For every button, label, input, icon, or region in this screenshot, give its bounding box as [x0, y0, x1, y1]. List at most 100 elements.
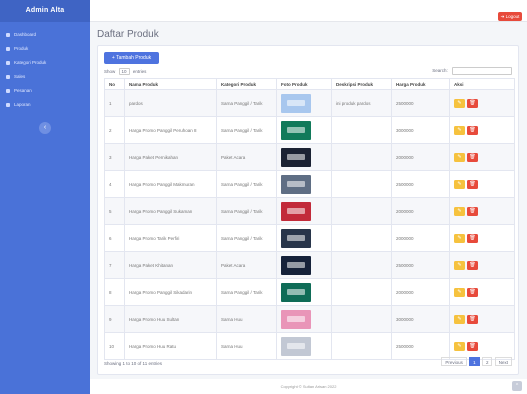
cell-product-name: Harga Promo Panggil Peruhoan 8: [124, 116, 217, 144]
main-content: Daftar Produk + Tambah Produk Show 10 en…: [90, 22, 527, 379]
table-row: 9 Harga Promo Huu Sultan Sarna Huu 3000000 ✎…: [104, 305, 515, 333]
product-card: + Tambah Produk Show 10 entries Search: …: [97, 45, 519, 375]
edit-button[interactable]: ✎: [454, 233, 465, 243]
cell-actions: ✎ 🗑: [449, 89, 515, 117]
add-product-button[interactable]: + Tambah Produk: [104, 52, 159, 64]
logout-button[interactable]: ➜ Logout: [498, 12, 522, 21]
column-header[interactable]: Harga Produk: [391, 78, 450, 90]
edit-button[interactable]: ✎: [454, 125, 465, 135]
cell-price: 2500000: [391, 89, 450, 117]
cell-description: [331, 332, 392, 360]
show-entries: Show 10 entries: [104, 68, 146, 75]
cell-price: 3000000: [391, 116, 450, 144]
cell-description: [331, 251, 392, 279]
delete-button[interactable]: 🗑: [467, 206, 478, 216]
edit-button[interactable]: ✎: [454, 206, 465, 216]
product-photo: [281, 336, 311, 356]
sidebar-item-sales[interactable]: Sales: [0, 70, 90, 84]
column-header[interactable]: Foto Produk: [276, 78, 332, 90]
table-row: 8 Harga Promo Panggil Sikadarin Sarna Pang…: [104, 278, 515, 306]
sidebar-item-label: Sales: [14, 74, 26, 79]
entries-select[interactable]: 10: [118, 68, 130, 75]
cell-actions: ✎ 🗑: [449, 143, 515, 171]
cell-product-name: Harga Promo Tarik Perfiri: [124, 224, 217, 252]
delete-button[interactable]: 🗑: [467, 98, 478, 108]
cell-no: 5: [104, 197, 125, 225]
sidebar-item-laporan[interactable]: Laporan: [0, 98, 90, 112]
column-header[interactable]: No: [104, 78, 125, 90]
edit-button[interactable]: ✎: [454, 314, 465, 324]
cell-no: 7: [104, 251, 125, 279]
edit-button[interactable]: ✎: [454, 98, 465, 108]
table-row: 6 Harga Promo Tarik Perfiri Sarna Panggil …: [104, 224, 515, 252]
users-icon: [6, 74, 10, 79]
cell-product-name: Harga Promo Huu Sultan: [124, 305, 217, 333]
cell-category: Sarna Huu: [216, 305, 277, 333]
edit-button[interactable]: ✎: [454, 152, 465, 162]
delete-button[interactable]: 🗑: [467, 233, 478, 243]
cell-category: Sarna Panggil / Tarik: [216, 278, 277, 306]
cell-no: 3: [104, 143, 125, 171]
delete-button[interactable]: 🗑: [467, 179, 478, 189]
cell-product-name: Harga Paket Pernikahan: [124, 143, 217, 171]
cell-no: 4: [104, 170, 125, 198]
scroll-top-button[interactable]: ^: [512, 381, 522, 391]
search-input[interactable]: [452, 67, 512, 75]
cell-product-name: Harga Paket Khitanan: [124, 251, 217, 279]
pagination-page-2[interactable]: 2: [481, 357, 493, 366]
cell-actions: ✎ 🗑: [449, 305, 515, 333]
cell-photo: [276, 224, 332, 252]
box-icon: [6, 46, 10, 51]
sidebar-item-dashboard[interactable]: Dashboard: [0, 28, 90, 42]
column-header[interactable]: Kategori Produk: [216, 78, 277, 90]
cell-actions: ✎ 🗑: [449, 251, 515, 279]
show-suffix: entries: [132, 69, 147, 74]
table-row: 1 pardos Sarna Panggil / Tarik ini produk p…: [104, 89, 515, 117]
cell-category: Sarna Panggil / Tarik: [216, 116, 277, 144]
product-photo: [281, 174, 311, 194]
page-footer: Copyright © Sultan Arisan 2022: [90, 379, 527, 394]
column-header[interactable]: Deskripsi Produk: [331, 78, 392, 90]
column-header[interactable]: Nama Produk: [124, 78, 217, 90]
product-photo: [281, 255, 311, 275]
pagination-page-1[interactable]: 1: [469, 357, 480, 366]
delete-button[interactable]: 🗑: [467, 152, 478, 162]
cell-description: [331, 143, 392, 171]
sidebar-item-produk[interactable]: Produk: [0, 42, 90, 56]
edit-button[interactable]: ✎: [454, 341, 465, 351]
sidebar-toggle-button[interactable]: ‹: [39, 122, 51, 134]
edit-button[interactable]: ✎: [454, 287, 465, 297]
delete-button[interactable]: 🗑: [467, 125, 478, 135]
cell-description: [331, 197, 392, 225]
cart-icon: [6, 88, 10, 93]
pagination-next[interactable]: Next: [494, 357, 512, 366]
dashboard-icon: [6, 32, 10, 37]
column-header[interactable]: Aksi: [449, 78, 515, 90]
edit-button[interactable]: ✎: [454, 179, 465, 189]
page-title: Daftar Produk: [97, 29, 159, 40]
search-label: Search:: [432, 68, 448, 74]
delete-button[interactable]: 🗑: [467, 314, 478, 324]
sidebar-item-label: Dashboard: [14, 32, 37, 37]
sidebar-item-kategori-produk[interactable]: Kategori Produk: [0, 56, 90, 70]
edit-button[interactable]: ✎: [454, 260, 465, 270]
delete-button[interactable]: 🗑: [467, 260, 478, 270]
product-photo: [281, 282, 311, 302]
delete-button[interactable]: 🗑: [467, 287, 478, 297]
report-icon: [6, 102, 10, 107]
cell-price: 2000000: [391, 197, 450, 225]
cell-category: Paket Acara: [216, 143, 277, 171]
cell-category: Sarna Panggil / Tarik: [216, 197, 277, 225]
delete-button[interactable]: 🗑: [467, 341, 478, 351]
cell-product-name: pardos: [124, 89, 217, 117]
sidebar-brand[interactable]: Admin Alta: [0, 0, 90, 22]
pagination-previous[interactable]: Previous: [441, 357, 467, 366]
sidebar-item-label: Kategori Produk: [14, 60, 47, 65]
cell-no: 10: [104, 332, 125, 360]
sidebar-item-pesanan[interactable]: Pesanan: [0, 84, 90, 98]
search-box: Search:: [432, 67, 512, 75]
cell-category: Sarna Panggil / Tarik: [216, 224, 277, 252]
show-prefix: Show: [104, 69, 116, 74]
cell-category: Sarna Panggil / Tarik: [216, 89, 277, 117]
cell-product-name: Harga Promo Huu Ratu: [124, 332, 217, 360]
